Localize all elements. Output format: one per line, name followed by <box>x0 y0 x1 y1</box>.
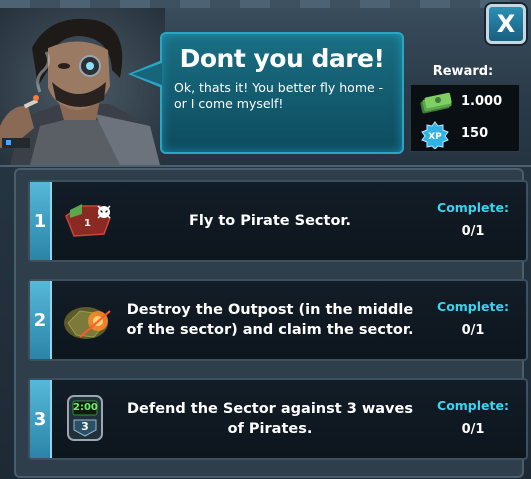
cash-value: 1.000 <box>461 94 503 109</box>
task-complete-label: Complete: <box>437 200 509 215</box>
task-number: 2 <box>30 281 52 359</box>
reward-box: 1.000 XP 150 <box>410 84 520 152</box>
reward-cash: 1.000 <box>411 87 519 117</box>
xp-value: 150 <box>461 126 489 141</box>
task-progress: 0/1 <box>461 224 485 239</box>
task-number: 3 <box>30 380 52 458</box>
timer-icon: 2:00 3 <box>60 392 116 446</box>
reward-label: Reward: <box>432 64 494 79</box>
mission-header: Dont you dare! Ok, thats it! You better … <box>0 0 531 167</box>
task-complete-label: Complete: <box>437 299 509 314</box>
timer-text: 2:00 <box>73 402 98 413</box>
task-row: 2 Destroy the Outpost (in the middle of … <box>28 279 528 361</box>
xp-icon: XP <box>421 121 449 149</box>
cash-icon <box>420 92 452 114</box>
timer-count: 3 <box>81 420 89 433</box>
task-list: 1 1 Fly to Pirate Sector. Complete: 0/1 … <box>14 168 528 478</box>
outpost-icon <box>60 293 116 347</box>
dialog-title: Dont you dare! <box>179 44 385 73</box>
reward-xp: XP 150 <box>411 119 519 149</box>
task-number: 1 <box>30 182 52 260</box>
pirate-sector-badge: 1 <box>84 218 91 229</box>
task-row: 3 2:00 3 Defend the Sector against 3 wav… <box>28 378 528 460</box>
close-button[interactable]: X <box>486 4 526 44</box>
svg-text:XP: XP <box>428 132 442 142</box>
task-progress: 0/1 <box>461 422 485 437</box>
task-progress: 0/1 <box>461 323 485 338</box>
task-complete-label: Complete: <box>437 398 509 413</box>
speech-tail-inner <box>132 63 162 85</box>
task-description: Fly to Pirate Sector. <box>188 213 352 229</box>
pirate-sector-icon: 1 <box>60 194 116 248</box>
task-row: 1 1 Fly to Pirate Sector. Complete: 0/1 <box>28 180 528 262</box>
dialog-message: Ok, thats it! You better fly home - or I… <box>174 80 384 111</box>
header-trim <box>0 0 531 8</box>
speech-bubble: Dont you dare! Ok, thats it! You better … <box>160 32 404 154</box>
task-description: Defend the Sector against 3 waves of Pir… <box>127 401 413 437</box>
task-description: Destroy the Outpost (in the middle of th… <box>126 302 414 338</box>
mission-dialog: Dont you dare! Ok, thats it! You better … <box>0 0 531 479</box>
